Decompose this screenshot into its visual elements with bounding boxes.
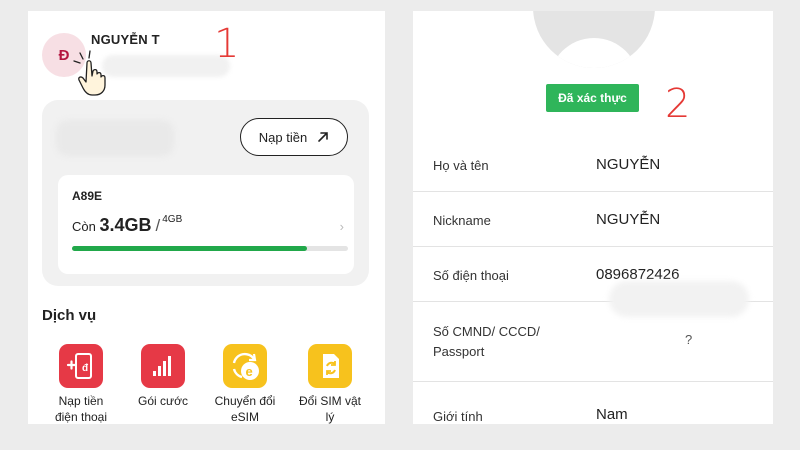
- account-card: Nạp tiền A89E Còn 3.4GB/4GB ›: [42, 100, 369, 286]
- signal-bars-icon: [141, 344, 185, 388]
- pointing-hand-icon: [73, 50, 106, 96]
- profile-panel: Đã xác thực 2 Họ và tên NGUYỄN Nickname …: [413, 11, 773, 424]
- data-usage-bar: [72, 246, 348, 251]
- sim-swap-icon: [308, 344, 352, 388]
- service-label: Nạp tiền điện thoại: [54, 394, 108, 424]
- remaining-prefix: Còn: [72, 219, 96, 234]
- remaining-value: 3.4GB: [99, 215, 152, 235]
- field-label: Họ và tên: [433, 158, 489, 173]
- top-up-label: Nạp tiền: [258, 129, 308, 145]
- services-title: Dịch vụ: [42, 307, 97, 324]
- svg-text:đ: đ: [82, 363, 89, 374]
- phone-topup-icon: đ: [59, 344, 103, 388]
- esim-convert-icon: e: [223, 344, 267, 388]
- field-label: Giới tính: [433, 409, 483, 424]
- profile-avatar[interactable]: [533, 11, 655, 68]
- step-number-2: 2: [665, 81, 691, 127]
- plan-code: A89E: [72, 189, 103, 203]
- avatar-silhouette-icon: [549, 38, 639, 68]
- service-phone-topup[interactable]: đ Nạp tiền điện thoại: [42, 344, 120, 424]
- field-nickname[interactable]: Nickname NGUYỄN: [413, 192, 773, 247]
- field-gender[interactable]: Giới tính Nam: [413, 382, 773, 424]
- chevron-right-icon: ›: [339, 219, 344, 234]
- field-id-passport[interactable]: Số CMND/ CCCD/ Passport ?: [413, 302, 773, 382]
- field-value: Nam: [596, 406, 628, 423]
- field-value: NGUYỄN: [596, 211, 661, 228]
- field-label: Nickname: [433, 213, 491, 228]
- data-usage-fill: [72, 246, 307, 251]
- blurred-subtitle: [102, 55, 230, 77]
- service-label: Gói cước: [138, 394, 188, 408]
- total-data: 4GB: [162, 214, 183, 225]
- field-value: ?: [685, 332, 693, 347]
- user-name: NGUYỄN T: [91, 32, 160, 47]
- service-label: Chuyển đổi eSIM: [214, 394, 276, 424]
- top-up-button[interactable]: Nạp tiền: [240, 118, 348, 156]
- blurred-balance: [56, 120, 174, 156]
- arrow-up-right-icon: [318, 132, 329, 142]
- svg-text:e: e: [246, 364, 253, 379]
- remaining-data: Còn 3.4GB/4GB: [72, 214, 183, 235]
- field-label: Số điện thoại: [433, 268, 509, 283]
- service-esim-convert[interactable]: e Chuyển đổi eSIM: [206, 344, 284, 424]
- field-label: Số CMND/ CCCD/ Passport: [433, 324, 540, 359]
- step-number-1: 1: [214, 21, 240, 67]
- service-data-plan[interactable]: Gói cước: [124, 344, 202, 409]
- field-full-name[interactable]: Họ và tên NGUYỄN: [413, 137, 773, 192]
- field-value: NGUYỄN: [596, 156, 661, 173]
- account-overview-panel: Đ NGUYỄN T 1 Nạp tiền A89E Còn 3.4GB/4GB…: [28, 11, 385, 424]
- data-plan-box[interactable]: A89E Còn 3.4GB/4GB ›: [58, 175, 354, 274]
- service-sim-swap[interactable]: Đổi SIM vật lý: [291, 344, 369, 424]
- service-label: Đổi SIM vật lý: [298, 394, 361, 424]
- verified-badge: Đã xác thực: [546, 84, 639, 112]
